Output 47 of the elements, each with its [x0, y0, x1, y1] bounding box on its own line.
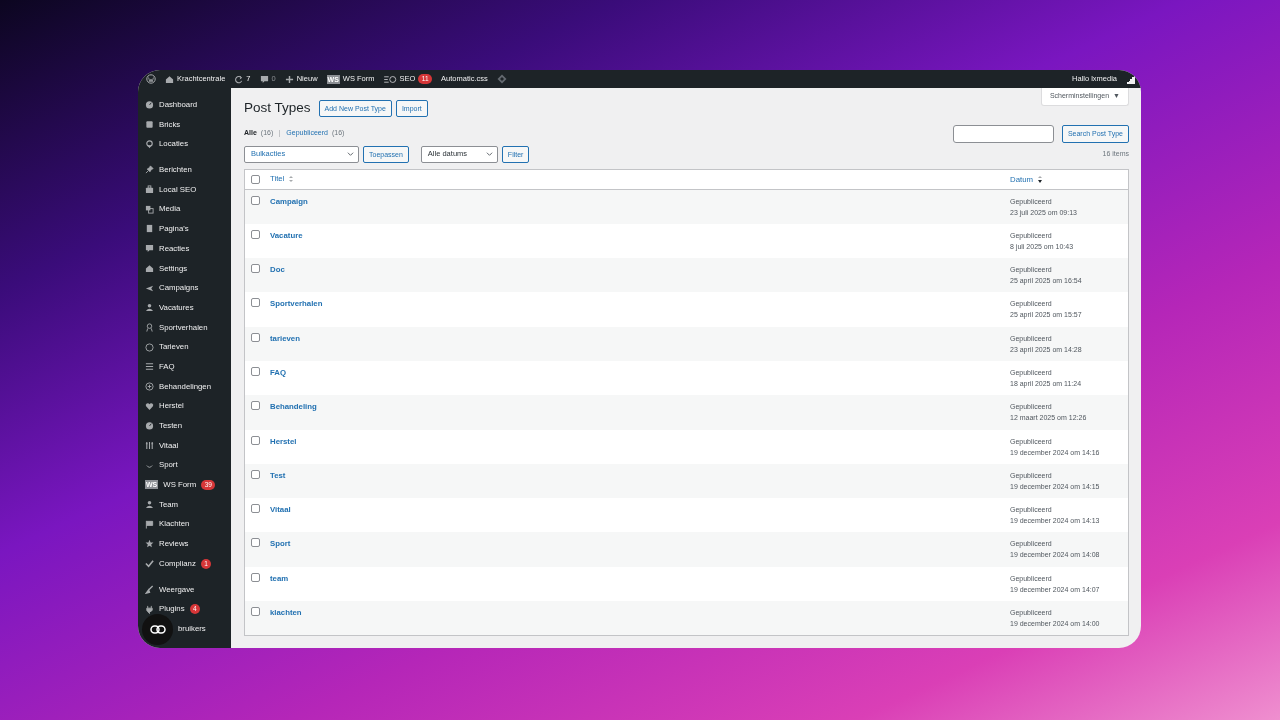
location-pin-icon	[145, 139, 154, 149]
row-checkbox[interactable]	[251, 264, 260, 274]
square-icon	[145, 120, 154, 130]
row-checkbox[interactable]	[251, 367, 260, 376]
airplane-icon	[145, 283, 154, 293]
row-checkbox[interactable]	[251, 607, 260, 617]
person-icon	[145, 303, 154, 313]
person-icon	[145, 500, 154, 510]
gauge-icon	[145, 100, 154, 110]
media-icon	[145, 204, 154, 214]
list-icon	[145, 362, 154, 372]
comment-icon	[259, 74, 269, 84]
bag-icon	[145, 185, 154, 195]
star-icon	[145, 539, 154, 549]
award-icon	[145, 322, 154, 332]
chain-icon	[149, 625, 166, 634]
seo-icon	[383, 74, 397, 84]
row-checkbox[interactable]	[251, 401, 260, 411]
row-checkbox[interactable]	[251, 435, 260, 445]
refresh-icon	[234, 74, 244, 84]
house-icon	[145, 263, 154, 273]
flag-icon	[145, 519, 154, 529]
row-checkbox[interactable]	[251, 298, 260, 308]
chevron-icon	[485, 151, 493, 157]
select-all-checkbox[interactable]	[251, 174, 260, 184]
row-checkbox[interactable]	[251, 195, 260, 205]
row-checkbox[interactable]	[251, 332, 260, 342]
pushpin-icon	[145, 165, 154, 175]
row-checkbox[interactable]	[251, 504, 260, 514]
chevron-icon	[347, 151, 354, 157]
plus-circle-icon	[145, 381, 154, 391]
heart-icon	[145, 401, 154, 411]
page-icon	[145, 224, 154, 234]
page-title: Post Types	[244, 99, 311, 117]
checkmark-icon	[145, 559, 154, 569]
diamond-icon	[496, 74, 507, 84]
row-checkbox[interactable]	[251, 572, 260, 582]
brush-icon	[145, 584, 154, 594]
row-checkbox[interactable]	[251, 538, 260, 548]
search-field[interactable]	[952, 124, 1054, 143]
utensils-icon	[145, 441, 154, 451]
row-checkbox[interactable]	[251, 229, 260, 239]
house-icon	[165, 74, 174, 84]
comment-icon	[145, 244, 154, 254]
plus-icon	[284, 74, 294, 84]
row-checkbox[interactable]	[251, 469, 260, 479]
gauge-icon	[145, 421, 154, 431]
